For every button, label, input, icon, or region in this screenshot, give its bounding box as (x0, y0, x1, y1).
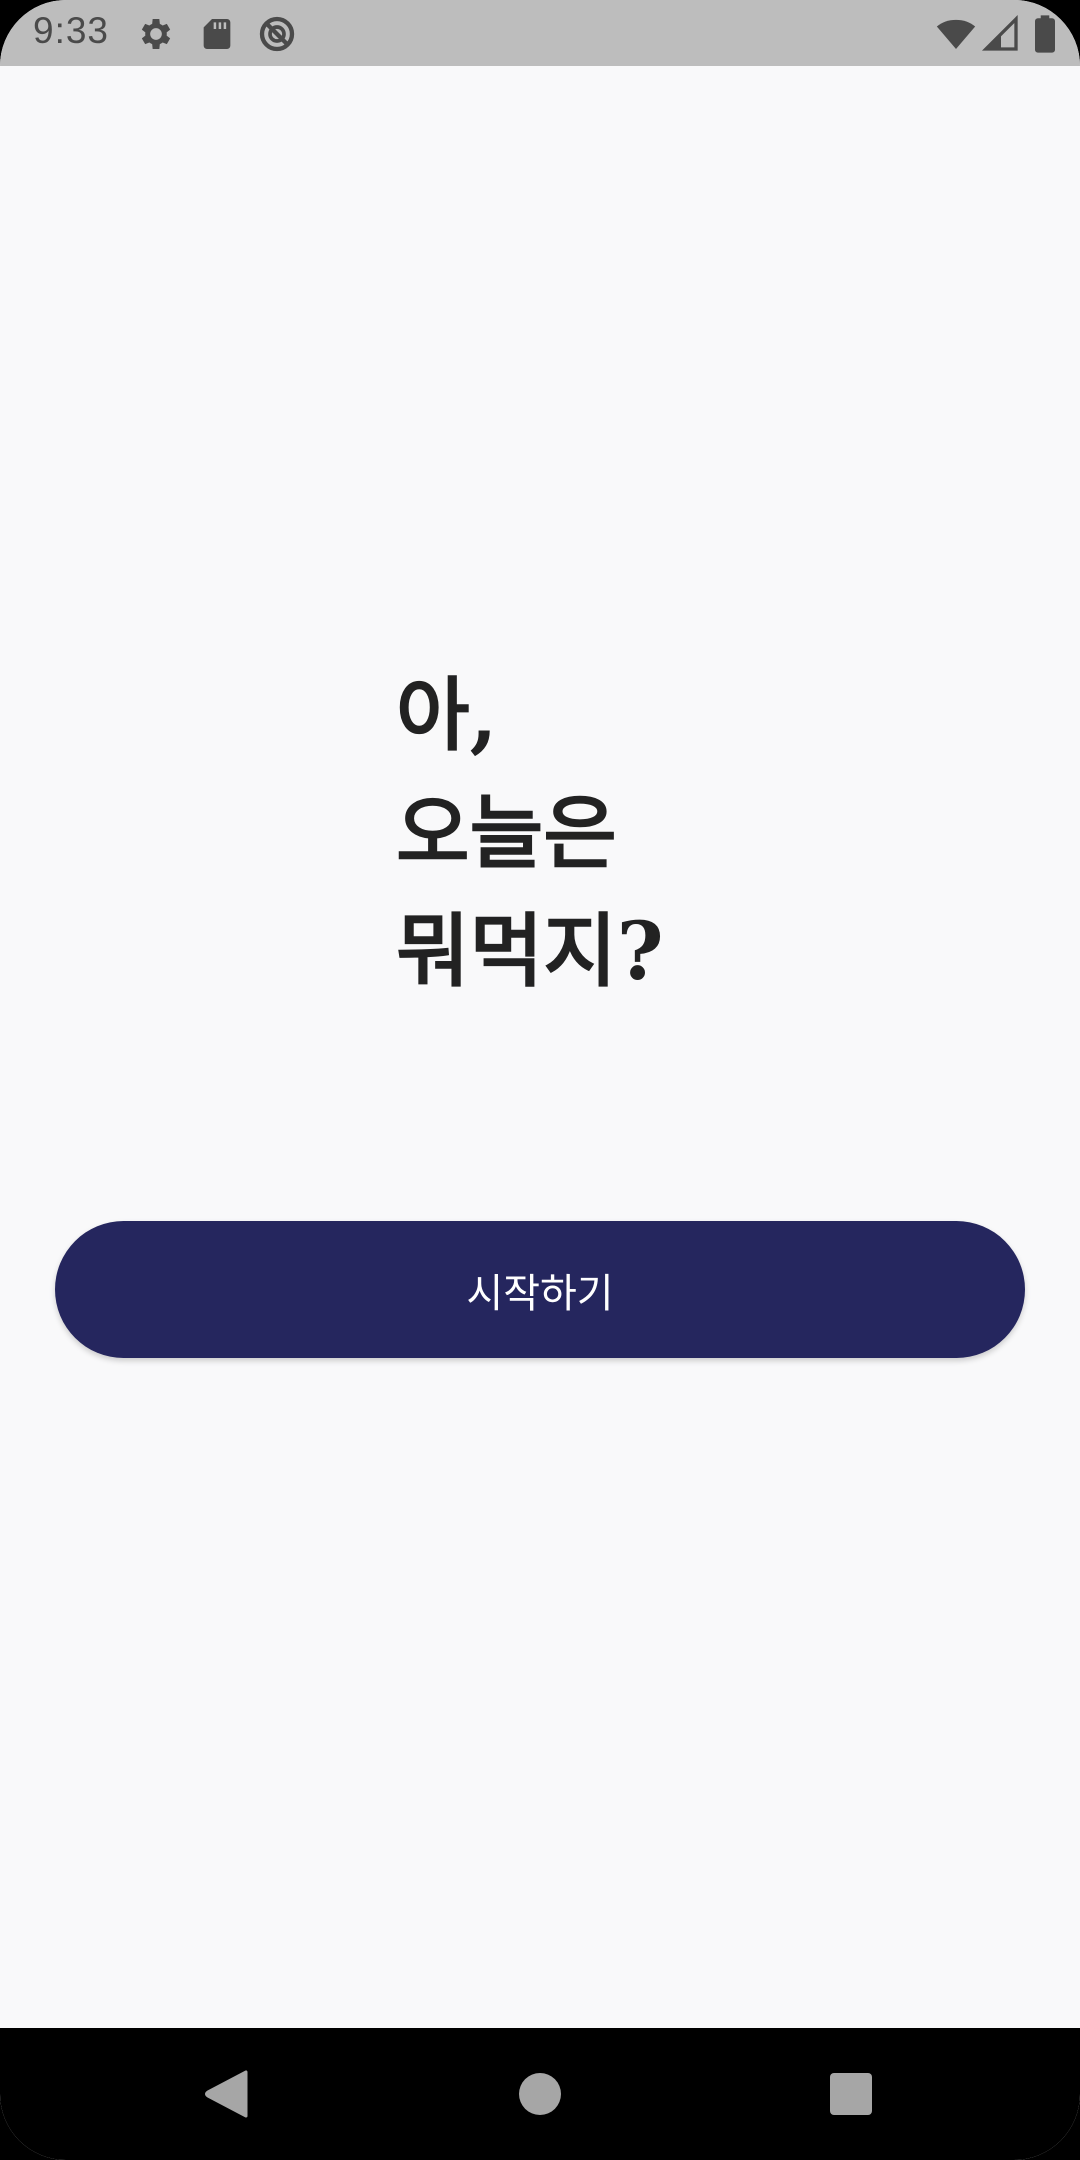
status-bar: 9:33 (0, 0, 1080, 66)
wifi-icon (936, 14, 976, 54)
main-content: 아, 오늘은 뭐먹지? 시작하기 (0, 66, 1080, 2028)
headline-line-3: 뭐먹지? (396, 904, 664, 998)
settings-icon (136, 14, 176, 54)
do-not-disturb-icon (257, 14, 297, 54)
headline: 아, 오늘은 뭐먹지? (396, 656, 664, 1010)
start-button[interactable]: 시작하기 (55, 1221, 1025, 1358)
phone-screen: 9:33 아, 오늘은 뭐먹지? 시작하기 (0, 0, 1080, 2160)
cellular-signal-icon (981, 14, 1021, 54)
headline-line-1: 아, (396, 668, 498, 762)
battery-icon (1030, 14, 1060, 54)
navigation-bar (0, 2028, 1080, 2160)
recents-icon[interactable] (823, 2066, 879, 2122)
home-icon[interactable] (512, 2066, 568, 2122)
back-icon[interactable] (198, 2066, 254, 2122)
status-time: 9:33 (33, 10, 110, 51)
sd-card-icon (197, 14, 237, 54)
headline-line-2: 오늘은 (396, 786, 617, 880)
